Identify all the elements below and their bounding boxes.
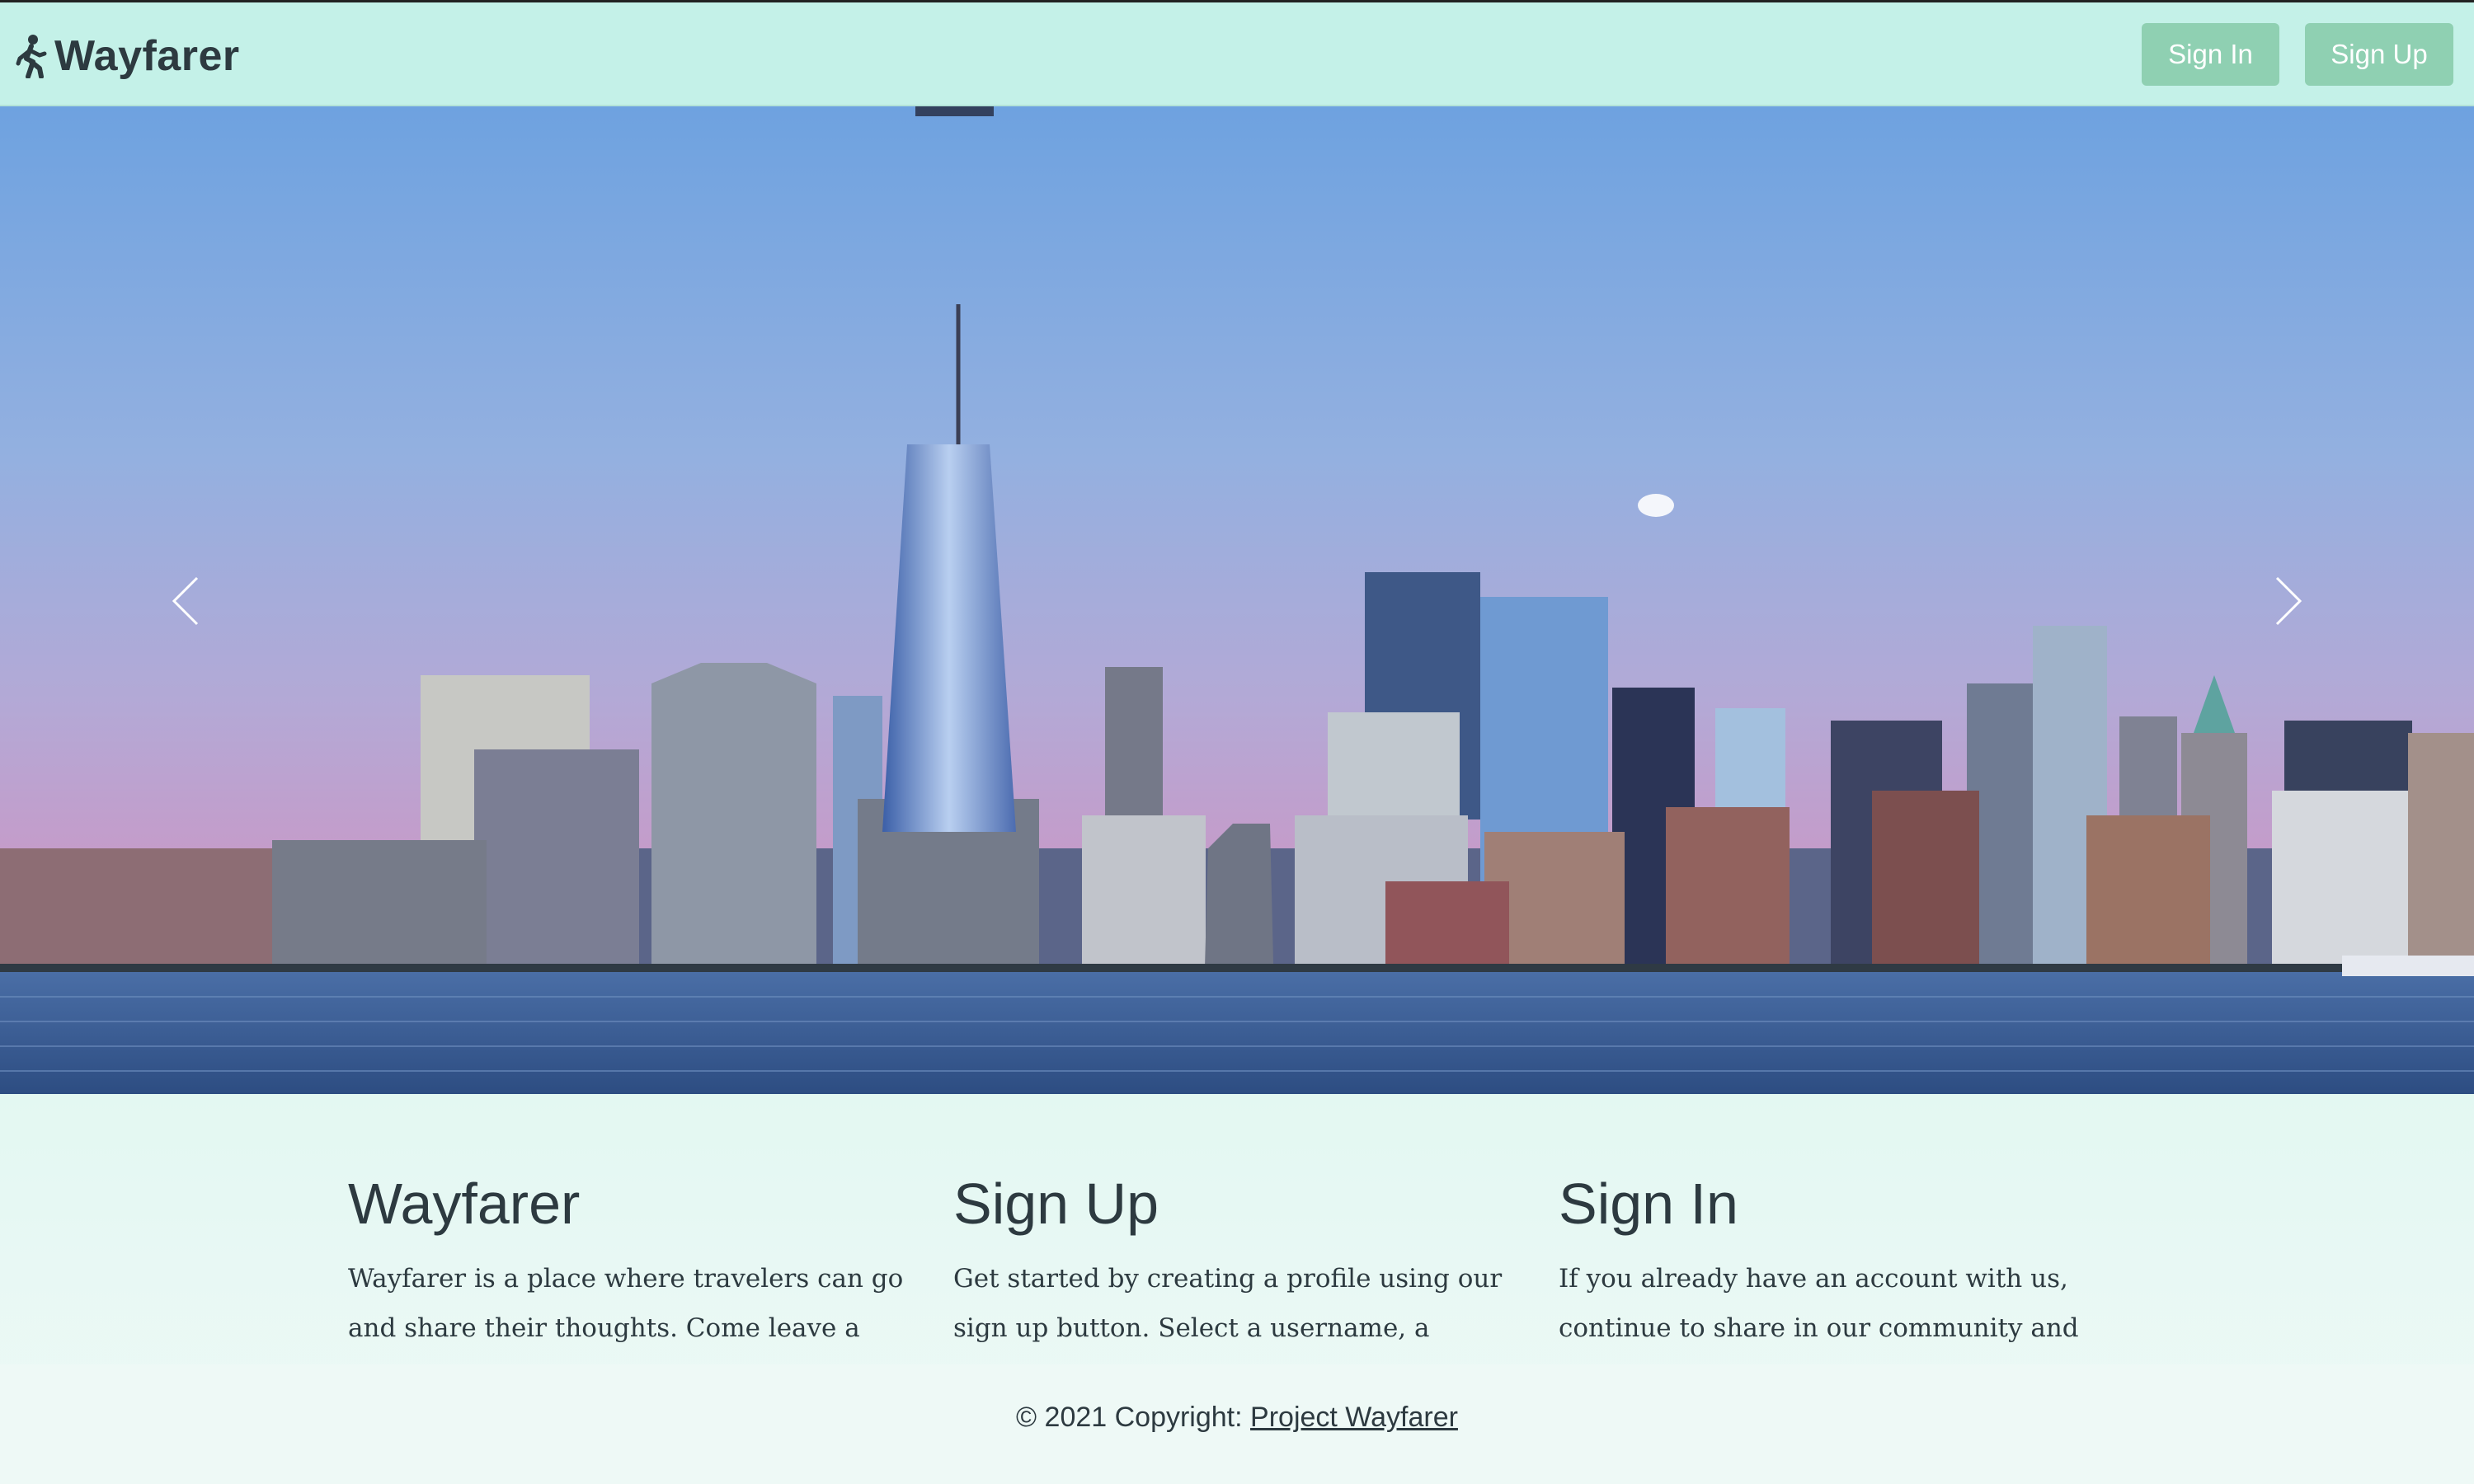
footer: © 2021 Copyright: Project Wayfarer <box>0 1402 2474 1434</box>
carousel-prev-button[interactable] <box>136 494 235 708</box>
about-text: Wayfarer is a place where travelers can … <box>348 1264 904 1378</box>
navbar: Wayfarer Sign In Sign Up <box>0 2 2474 106</box>
carousel-next-button[interactable] <box>2239 494 2338 708</box>
signin-text: If you already have an account with us, … <box>1559 1264 2079 1378</box>
hero-carousel <box>0 106 2474 1094</box>
sign-in-button[interactable]: Sign In <box>2142 23 2279 86</box>
signup-text: Get started by creating a profile using … <box>953 1264 1508 1378</box>
signin-column: Sign In If you already have an account w… <box>1559 1168 2119 1378</box>
sign-up-button[interactable]: Sign Up <box>2305 23 2453 86</box>
city-skyline-image <box>0 106 2474 1094</box>
walking-person-icon <box>16 35 47 78</box>
project-wayfarer-link[interactable]: Project Wayfarer <box>1250 1402 1458 1433</box>
copyright-text: © 2021 Copyright: <box>1016 1402 1243 1433</box>
chevron-right-icon <box>2275 576 2302 626</box>
signin-heading: Sign In <box>1559 1172 1738 1236</box>
chevron-left-icon <box>172 576 199 626</box>
about-heading: Wayfarer <box>348 1172 581 1236</box>
signup-heading: Sign Up <box>953 1172 1159 1236</box>
brand-link[interactable]: Wayfarer <box>15 27 240 85</box>
signup-column: Sign Up Get started by creating a profil… <box>953 1168 1514 1378</box>
about-column: Wayfarer Wayfarer is a place where trave… <box>348 1168 909 1378</box>
brand-title: Wayfarer <box>54 32 240 80</box>
